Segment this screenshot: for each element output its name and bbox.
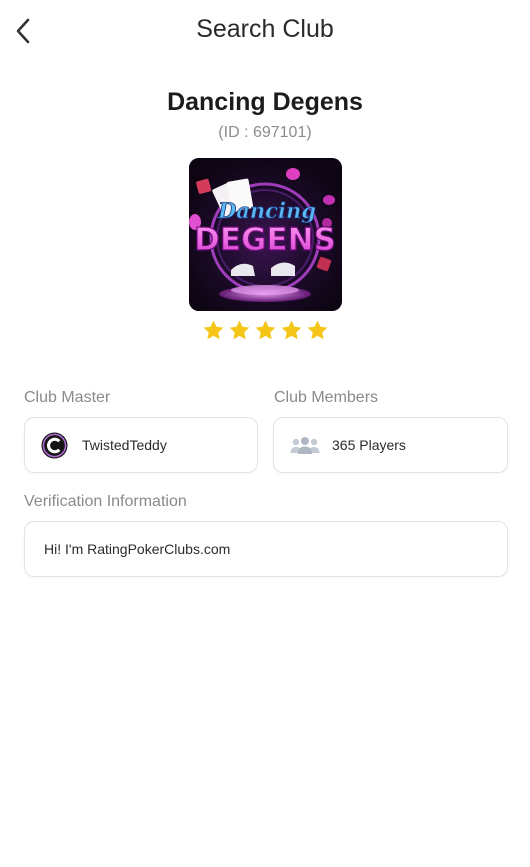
star-icon	[307, 320, 327, 340]
star-icon	[281, 320, 301, 340]
verification-label: Verification Information	[24, 493, 187, 510]
club-members-label: Club Members	[274, 389, 379, 406]
star-icon	[229, 320, 249, 340]
club-members-card[interactable]: 365 Players	[273, 417, 508, 473]
club-master-label: Club Master	[24, 389, 111, 406]
verification-card: Hi! I'm RatingPokerClubs.com	[24, 521, 508, 577]
club-master-name: TwistedTeddy	[82, 437, 167, 453]
club-id: (ID : 697101)	[218, 124, 312, 141]
star-icon	[203, 320, 223, 340]
logo-text-degens: DEGENS	[194, 222, 336, 258]
club-members-count: 365 Players	[332, 437, 406, 453]
header-bar: Search Club	[0, 0, 530, 62]
club-master-card[interactable]: TwistedTeddy	[24, 417, 258, 473]
rating-stars	[0, 319, 530, 342]
club-master-avatar	[41, 431, 68, 459]
page-title: Search Club	[196, 15, 334, 43]
star-icon	[255, 320, 275, 340]
logo-text-dancing: Dancing	[217, 198, 316, 223]
club-name: Dancing Degens	[167, 88, 363, 116]
club-logo: Dancing DEGENS	[189, 158, 342, 311]
people-icon	[290, 437, 320, 454]
verification-text: Hi! I'm RatingPokerClubs.com	[44, 541, 231, 557]
